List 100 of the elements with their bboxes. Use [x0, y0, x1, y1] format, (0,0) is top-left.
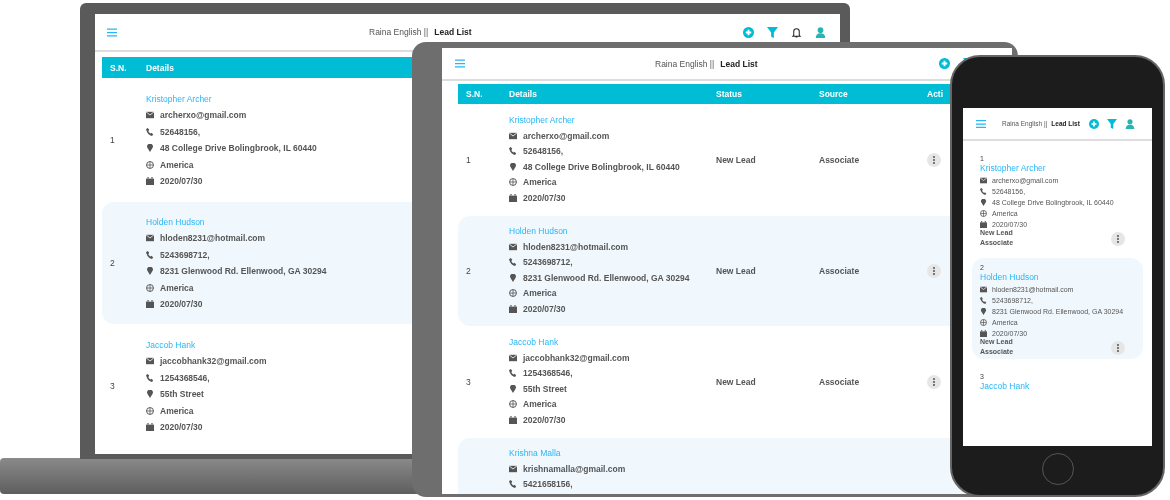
lead-date: 2020/07/30 — [160, 176, 203, 187]
lead-address: 55th Street — [160, 389, 204, 400]
globe-icon — [980, 319, 987, 326]
lead-email: hloden8231@hotmail.com — [160, 233, 266, 244]
page-title: Lead List — [720, 58, 758, 69]
lead-email: archerxo@gmail.com — [523, 130, 610, 141]
column-header: S.N. — [109, 62, 128, 73]
serial-number: 3 — [466, 377, 471, 387]
calendar-icon — [980, 330, 987, 337]
phone-icon — [509, 258, 517, 266]
menu-icon[interactable] — [976, 118, 986, 129]
globe-icon — [509, 178, 517, 186]
lead-source: Associate — [819, 377, 860, 387]
filter-icon[interactable] — [767, 26, 778, 38]
phone-icon — [980, 188, 987, 195]
globe-icon — [146, 283, 154, 292]
serial-number: 3 — [109, 381, 116, 391]
phone-icon — [980, 297, 987, 304]
lead-address: 8231 Glenwood Rd. Ellenwood, GA 30294 — [523, 272, 690, 283]
lead-source: Associate — [819, 266, 860, 276]
column-header: S.N. — [465, 89, 484, 99]
lead-phone: 52648156, — [523, 146, 564, 156]
user-icon[interactable] — [1124, 118, 1135, 129]
lead-status: New Lead — [716, 155, 756, 165]
envelope-icon — [509, 242, 517, 251]
map-pin-icon — [509, 162, 517, 171]
bell-icon[interactable] — [791, 26, 802, 38]
column-header: Status — [716, 89, 743, 99]
envelope-icon — [146, 357, 154, 366]
lead-phone: 1254368546, — [160, 372, 210, 383]
lead-status: New Lead — [716, 266, 756, 276]
lead-phone: 5243698712, — [523, 257, 573, 267]
lead-name[interactable]: Jaccob Hank — [509, 337, 716, 347]
globe-icon — [509, 400, 517, 408]
envelope-icon — [146, 234, 154, 243]
lead-phone: 5243698712, — [160, 249, 210, 260]
lead-name[interactable]: Krishna Malla — [509, 448, 716, 458]
map-pin-icon — [146, 267, 154, 276]
envelope-icon — [509, 464, 517, 473]
lead-phone: 52648156, — [160, 126, 201, 137]
lead-name[interactable]: Holden Hudson — [980, 272, 1135, 282]
more-options-button[interactable] — [927, 264, 941, 278]
menu-icon[interactable] — [107, 27, 117, 37]
globe-icon — [980, 210, 987, 217]
column-header: Acti — [927, 89, 944, 99]
phone-icon — [146, 373, 154, 382]
globe-icon — [146, 160, 154, 169]
lead-email: hloden8231@hotmail.com — [523, 241, 629, 252]
add-icon[interactable] — [1088, 118, 1099, 129]
lead-email: archerxo@gmail.com — [160, 110, 247, 121]
user-name: Raina English || — [655, 58, 715, 69]
serial-number: 1 — [466, 155, 471, 165]
envelope-icon — [980, 177, 987, 184]
globe-icon — [509, 289, 517, 297]
lead-name[interactable]: Jaccob Hank — [146, 339, 267, 350]
lead-address: 8231 Glenwood Rd. Ellenwood, GA 30294 — [160, 266, 327, 277]
column-header: Source — [819, 89, 849, 99]
lead-name[interactable]: Kristopher Archer — [509, 115, 716, 125]
lead-country: America — [160, 159, 194, 170]
lead-name[interactable]: Holden Hudson — [146, 216, 327, 227]
globe-icon — [146, 406, 154, 415]
more-options-button[interactable] — [1111, 341, 1125, 355]
envelope-icon — [509, 131, 517, 140]
add-icon[interactable] — [939, 58, 950, 69]
more-options-button[interactable] — [927, 153, 941, 167]
lead-email: jaccobhank32@gmail.com — [523, 352, 630, 363]
menu-icon[interactable] — [455, 59, 465, 68]
lead-address: 48 College Drive Bolingbrook, IL 60440 — [523, 161, 680, 172]
lead-name[interactable]: Kristopher Archer — [146, 93, 317, 104]
page-title: Lead List — [434, 27, 472, 37]
lead-date: 2020/07/30 — [523, 192, 566, 203]
column-header: Details — [146, 62, 174, 73]
map-pin-icon — [146, 390, 154, 399]
more-options-button[interactable] — [927, 375, 941, 389]
more-options-button[interactable] — [1111, 232, 1125, 246]
lead-name[interactable]: Jaccob Hank — [980, 381, 1135, 391]
envelope-icon — [146, 111, 154, 120]
map-pin-icon — [980, 308, 987, 315]
calendar-icon — [146, 423, 154, 432]
column-header: Details — [509, 89, 538, 99]
map-pin-icon — [509, 384, 517, 393]
envelope-icon — [980, 286, 987, 293]
lead-phone: 5421658156, — [523, 479, 573, 489]
filter-icon[interactable] — [1106, 118, 1117, 129]
lead-status: New Lead — [716, 377, 756, 387]
lead-date: 2020/07/30 — [160, 299, 203, 310]
lead-name[interactable]: Holden Hudson — [509, 226, 716, 236]
serial-number: 1 — [109, 135, 116, 145]
serial-number: 2 — [466, 266, 471, 276]
lead-country: America — [523, 288, 557, 298]
phone-icon — [146, 250, 154, 259]
add-icon[interactable] — [743, 26, 754, 38]
lead-email: jaccobhank32@gmail.com — [160, 356, 267, 367]
lead-country: America — [160, 405, 194, 416]
lead-date: 2020/07/30 — [160, 422, 203, 433]
lead-date: 2020/07/30 — [523, 303, 566, 314]
calendar-icon — [509, 193, 517, 202]
user-icon[interactable] — [815, 26, 826, 38]
phone-icon — [509, 480, 517, 488]
lead-name[interactable]: Kristopher Archer — [980, 163, 1135, 173]
